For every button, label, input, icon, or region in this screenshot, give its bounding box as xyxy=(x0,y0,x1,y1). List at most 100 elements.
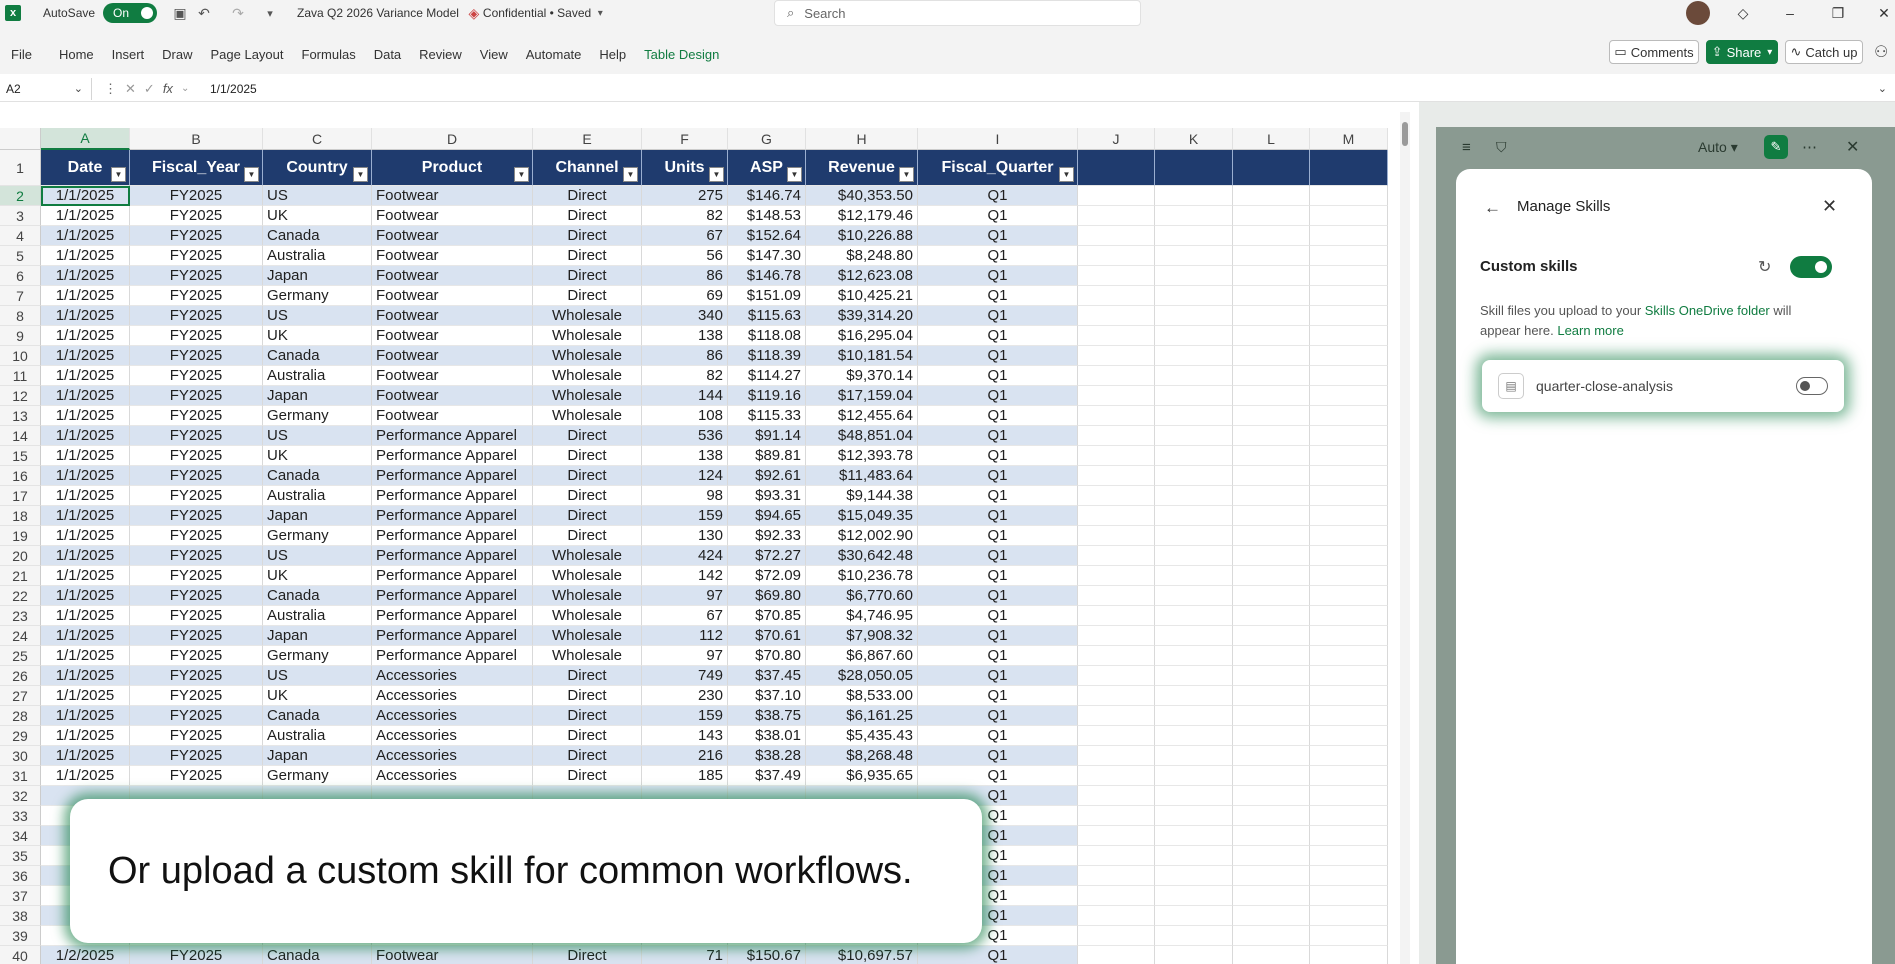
cell[interactable]: $69.80 xyxy=(728,586,806,606)
row-header[interactable]: 2 xyxy=(0,186,41,206)
cell[interactable]: Canada xyxy=(263,346,372,366)
cell[interactable]: $38.75 xyxy=(728,706,806,726)
onedrive-folder-link[interactable]: Skills OneDrive folder xyxy=(1645,303,1770,318)
cell[interactable]: 1/1/2025 xyxy=(41,746,130,766)
cell[interactable]: 159 xyxy=(642,506,728,526)
cell[interactable]: Accessories xyxy=(372,666,533,686)
cell[interactable]: FY2025 xyxy=(130,426,263,446)
cell[interactable] xyxy=(1155,686,1233,706)
expand-formula-icon[interactable]: ⌄ xyxy=(1878,82,1887,95)
cell[interactable]: 1/1/2025 xyxy=(41,366,130,386)
cell[interactable]: UK xyxy=(263,686,372,706)
cell[interactable]: Direct xyxy=(533,246,642,266)
cell[interactable]: 159 xyxy=(642,706,728,726)
cell[interactable] xyxy=(1155,906,1233,926)
cell[interactable] xyxy=(1078,446,1155,466)
cell[interactable]: 1/1/2025 xyxy=(41,266,130,286)
cell[interactable]: Direct xyxy=(533,526,642,546)
row-header[interactable]: 15 xyxy=(0,446,41,466)
cell[interactable] xyxy=(1078,926,1155,946)
cell[interactable] xyxy=(1078,466,1155,486)
cell[interactable] xyxy=(1078,226,1155,246)
cell[interactable]: $10,236.78 xyxy=(806,566,918,586)
cell[interactable] xyxy=(1155,526,1233,546)
cell[interactable] xyxy=(1233,306,1310,326)
chevron-down-icon[interactable]: ▾ xyxy=(591,4,609,22)
column-header-i[interactable]: I xyxy=(918,128,1078,150)
cell[interactable]: Q1 xyxy=(918,446,1078,466)
column-header-j[interactable]: J xyxy=(1078,128,1155,150)
cell[interactable]: 424 xyxy=(642,546,728,566)
cell[interactable]: 142 xyxy=(642,566,728,586)
cell[interactable] xyxy=(1155,366,1233,386)
cell[interactable] xyxy=(1078,766,1155,786)
cell[interactable]: 97 xyxy=(642,646,728,666)
cell[interactable]: 1/1/2025 xyxy=(41,386,130,406)
cell[interactable]: Germany xyxy=(263,286,372,306)
row-header[interactable]: 25 xyxy=(0,646,41,666)
cell[interactable]: 67 xyxy=(642,226,728,246)
cell[interactable] xyxy=(1310,446,1388,466)
column-header-l[interactable]: L xyxy=(1233,128,1310,150)
cell[interactable]: Direct xyxy=(533,666,642,686)
cell[interactable] xyxy=(1155,286,1233,306)
save-icon[interactable]: ▣ xyxy=(171,4,189,22)
cell[interactable] xyxy=(1078,646,1155,666)
cell[interactable]: 1/1/2025 xyxy=(41,246,130,266)
cell[interactable]: Germany xyxy=(263,526,372,546)
cell[interactable] xyxy=(1155,726,1233,746)
row-header[interactable]: 11 xyxy=(0,366,41,386)
cell[interactable] xyxy=(1155,926,1233,946)
cell[interactable] xyxy=(1078,886,1155,906)
row-header[interactable]: 16 xyxy=(0,466,41,486)
cell[interactable]: Q1 xyxy=(918,326,1078,346)
cell[interactable]: FY2025 xyxy=(130,766,263,786)
table-header-cell[interactable] xyxy=(1233,150,1310,186)
cell[interactable] xyxy=(1155,866,1233,886)
cell[interactable] xyxy=(1155,786,1233,806)
cell[interactable]: FY2025 xyxy=(130,266,263,286)
cell[interactable] xyxy=(1078,346,1155,366)
cell[interactable] xyxy=(1233,266,1310,286)
cell[interactable] xyxy=(1078,686,1155,706)
cell[interactable] xyxy=(1310,366,1388,386)
cell[interactable] xyxy=(1078,726,1155,746)
cell[interactable] xyxy=(1310,406,1388,426)
tab-data[interactable]: Data xyxy=(365,47,410,62)
cell[interactable] xyxy=(1310,266,1388,286)
cell[interactable]: $40,353.50 xyxy=(806,186,918,206)
cell[interactable]: $6,867.60 xyxy=(806,646,918,666)
cell[interactable]: $38.28 xyxy=(728,746,806,766)
column-header-c[interactable]: C xyxy=(263,128,372,150)
cell[interactable]: Q1 xyxy=(918,566,1078,586)
cell[interactable]: $8,248.80 xyxy=(806,246,918,266)
cell[interactable]: Performance Apparel xyxy=(372,506,533,526)
catch-up-button[interactable]: ∿ Catch up xyxy=(1785,40,1863,64)
cell[interactable] xyxy=(1310,726,1388,746)
cell[interactable]: FY2025 xyxy=(130,246,263,266)
cell[interactable] xyxy=(1233,526,1310,546)
cell[interactable]: FY2025 xyxy=(130,446,263,466)
table-header-cell[interactable]: Country ▼ xyxy=(263,150,372,186)
cell[interactable]: FY2025 xyxy=(130,626,263,646)
row-header[interactable]: 10 xyxy=(0,346,41,366)
cell[interactable]: $92.61 xyxy=(728,466,806,486)
cell[interactable] xyxy=(1310,466,1388,486)
row-header[interactable]: 39 xyxy=(0,926,41,946)
cell[interactable]: Accessories xyxy=(372,726,533,746)
cell[interactable]: Direct xyxy=(533,426,642,446)
cell[interactable]: Direct xyxy=(533,506,642,526)
cell[interactable]: FY2025 xyxy=(130,686,263,706)
cell[interactable]: Japan xyxy=(263,266,372,286)
cell[interactable]: Direct xyxy=(533,686,642,706)
cell[interactable] xyxy=(1233,586,1310,606)
filter-dropdown-icon[interactable]: ▼ xyxy=(709,167,724,182)
cell[interactable]: Footwear xyxy=(372,406,533,426)
close-pane-icon[interactable]: ✕ xyxy=(1846,137,1859,157)
cell[interactable]: Q1 xyxy=(918,586,1078,606)
cell[interactable] xyxy=(1155,386,1233,406)
cell[interactable]: Q1 xyxy=(918,686,1078,706)
cell[interactable] xyxy=(1310,426,1388,446)
row-header[interactable]: 27 xyxy=(0,686,41,706)
row-header[interactable]: 29 xyxy=(0,726,41,746)
